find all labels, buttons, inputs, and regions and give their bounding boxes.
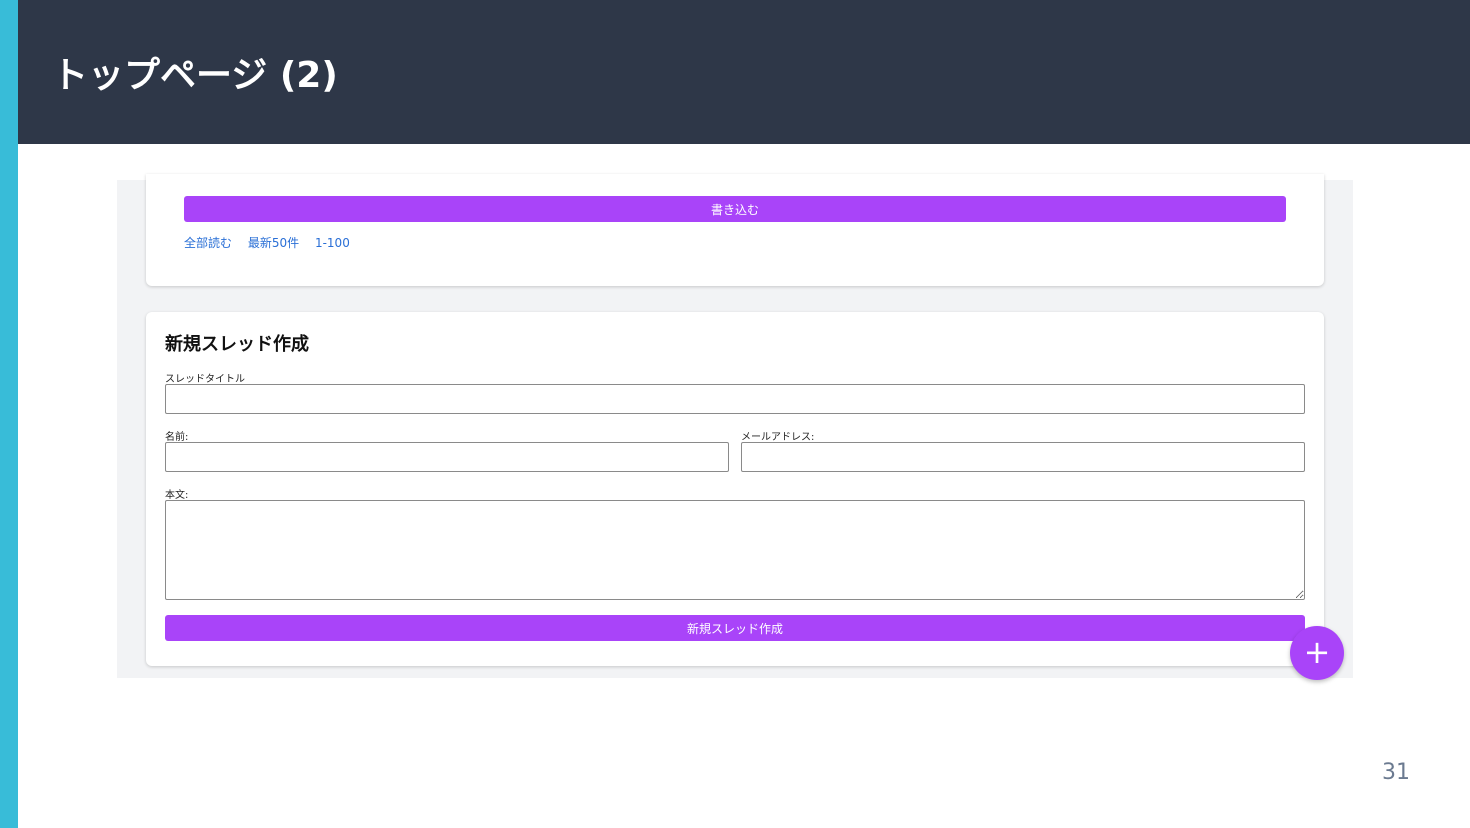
read-all-link[interactable]: 全部読む	[184, 236, 232, 250]
name-input[interactable]	[165, 442, 729, 472]
thread-card: 書き込む 全部読む 最新50件 1-100	[146, 174, 1324, 286]
thread-title-input[interactable]	[165, 384, 1305, 414]
plus-icon[interactable]: +	[1290, 626, 1344, 680]
page-number: 31	[1382, 760, 1410, 785]
new-thread-form: 新規スレッド作成 スレッドタイトル 名前: メールアドレス: 本文: 新規スレッ…	[146, 312, 1324, 666]
thread-title-label: スレッドタイトル	[165, 374, 245, 385]
form-heading: 新規スレッド作成	[165, 334, 309, 355]
write-button[interactable]: 書き込む	[184, 196, 1286, 222]
email-input[interactable]	[741, 442, 1305, 472]
name-label: 名前:	[165, 432, 189, 443]
slide-header: トップページ (2)	[18, 0, 1470, 144]
body-label: 本文:	[165, 490, 189, 501]
create-thread-button[interactable]: 新規スレッド作成	[165, 615, 1305, 641]
range-1-100-link[interactable]: 1-100	[315, 236, 350, 250]
thread-links: 全部読む 最新50件 1-100	[184, 234, 362, 251]
slide-title: トップページ (2)	[52, 55, 338, 96]
body-textarea[interactable]	[165, 500, 1305, 600]
app-screenshot: 書き込む 全部読む 最新50件 1-100 新規スレッド作成 スレッドタイトル …	[117, 174, 1353, 680]
email-label: メールアドレス:	[741, 432, 815, 443]
latest-50-link[interactable]: 最新50件	[248, 236, 299, 250]
accent-bar	[0, 0, 18, 828]
